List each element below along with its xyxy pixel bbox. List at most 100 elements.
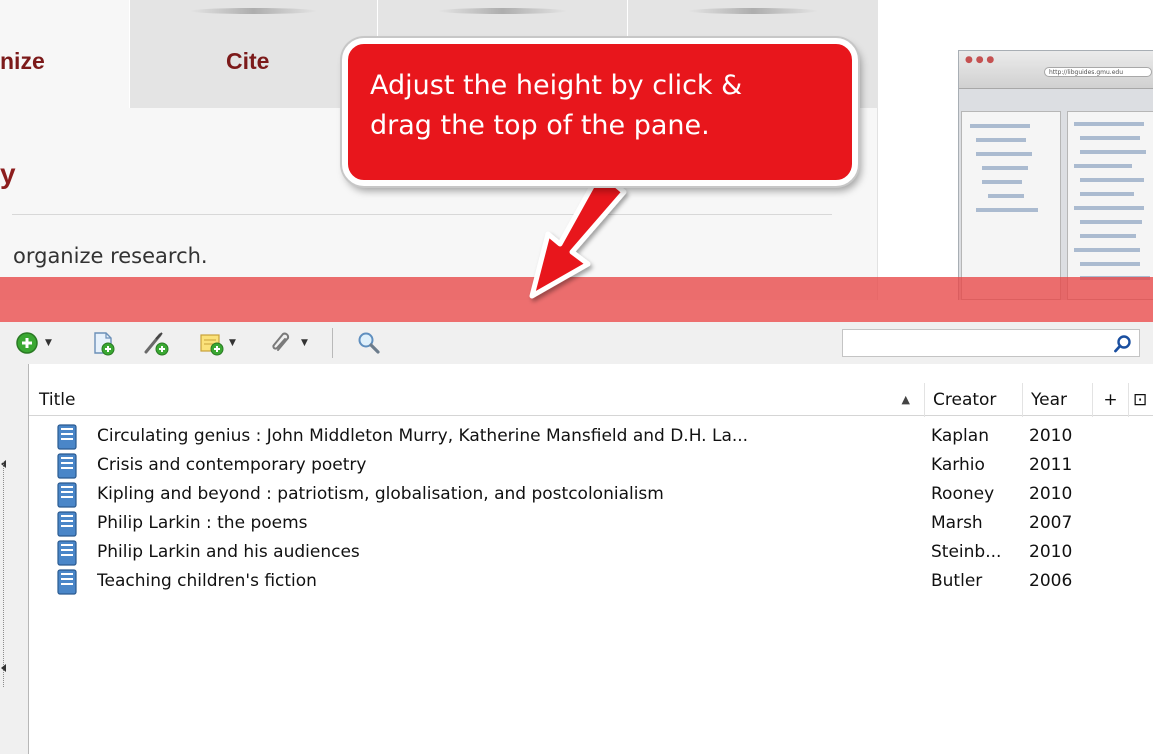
book-icon bbox=[57, 482, 77, 508]
column-header-label: Creator bbox=[933, 390, 997, 410]
thumbnail-line bbox=[976, 208, 1038, 212]
sort-ascending-icon: ▲ bbox=[901, 393, 910, 406]
book-icon bbox=[57, 453, 77, 479]
content-divider bbox=[12, 214, 832, 215]
table-row[interactable]: Teaching children's fiction Butler 2006 bbox=[29, 567, 1153, 596]
items-tree-header: Title ▲ Creator Year + ⊡ bbox=[29, 382, 1153, 417]
column-header-label: + bbox=[1103, 390, 1118, 410]
thumbnail-items-pane bbox=[1067, 111, 1153, 300]
paperclip-icon bbox=[272, 332, 290, 351]
item-title: Philip Larkin and his audiences bbox=[97, 542, 360, 562]
table-row[interactable]: Crisis and contemporary poetry Karhio 20… bbox=[29, 451, 1153, 480]
page-tagline: organize research. bbox=[13, 244, 208, 268]
thumbnail-line bbox=[1080, 220, 1142, 224]
item-creator: Marsh bbox=[931, 513, 983, 533]
thumbnail-collections-pane bbox=[961, 111, 1061, 300]
table-row[interactable]: Philip Larkin and his audiences Steinb..… bbox=[29, 538, 1153, 567]
web-tab-organize[interactable]: nize bbox=[0, 0, 130, 108]
column-picker-button[interactable]: ⊡ bbox=[1129, 383, 1153, 417]
new-item-icon bbox=[16, 332, 38, 354]
book-icon bbox=[57, 540, 77, 566]
tab-shine bbox=[688, 8, 818, 14]
dropdown-arrow-icon: ▼ bbox=[229, 338, 236, 348]
item-title: Philip Larkin : the poems bbox=[97, 513, 308, 533]
item-creator: Steinb... bbox=[931, 542, 1002, 562]
page-heading-fragment: y bbox=[0, 158, 16, 189]
item-title: Circulating genius : John Middleton Murr… bbox=[97, 426, 749, 446]
thumbnail-line bbox=[1074, 248, 1140, 252]
column-header-year[interactable]: Year bbox=[1023, 383, 1093, 417]
thumbnail-line bbox=[976, 138, 1026, 142]
new-item-button[interactable]: ▼ bbox=[14, 330, 52, 356]
item-title: Kipling and beyond : patriotism, globali… bbox=[97, 484, 664, 504]
zotero-pane: ▼ ▼ ▼ Title ▲ Creator Year + ⊡ Circulati… bbox=[0, 322, 1153, 754]
thumbnail-line bbox=[1080, 136, 1140, 140]
item-year: 2010 bbox=[1029, 484, 1073, 504]
thumbnail-line bbox=[1074, 164, 1132, 168]
book-icon bbox=[57, 569, 77, 595]
item-year: 2011 bbox=[1029, 455, 1073, 475]
callout-line-2: drag the top of the pane. bbox=[370, 110, 710, 141]
attachment-button[interactable]: ▼ bbox=[270, 330, 308, 356]
splitter-grip[interactable] bbox=[3, 462, 4, 687]
collections-pane-splitter[interactable] bbox=[0, 364, 8, 754]
search-field[interactable] bbox=[842, 329, 1140, 357]
collapse-arrow-icon[interactable] bbox=[1, 664, 6, 672]
add-note-button[interactable] bbox=[142, 330, 170, 356]
book-icon bbox=[57, 511, 77, 537]
item-year: 2006 bbox=[1029, 571, 1073, 591]
thumbnail-line bbox=[1080, 262, 1140, 266]
zotero-toolbar: ▼ ▼ ▼ bbox=[0, 322, 1153, 364]
column-header-add[interactable]: + bbox=[1093, 383, 1129, 417]
search-input[interactable] bbox=[843, 330, 1107, 356]
dropdown-arrow-icon: ▼ bbox=[45, 338, 52, 348]
thumbnail-window-buttons: ● ● ● bbox=[965, 55, 995, 65]
web-tab-cite[interactable]: Cite bbox=[130, 0, 378, 108]
column-header-title[interactable]: Title ▲ bbox=[29, 383, 925, 417]
item-year: 2010 bbox=[1029, 426, 1073, 446]
zotero-screenshot-thumbnail: ● ● ● http://libguides.gmu.edu bbox=[958, 50, 1153, 300]
pane-resize-handle-highlight[interactable] bbox=[0, 277, 1153, 322]
thumbnail-line bbox=[976, 152, 1032, 156]
dropdown-arrow-icon: ▼ bbox=[301, 338, 308, 348]
tab-shine bbox=[190, 8, 317, 14]
thumbnail-browser-bar: ● ● ● http://libguides.gmu.edu bbox=[959, 51, 1153, 89]
item-creator: Butler bbox=[931, 571, 983, 591]
column-header-creator[interactable]: Creator bbox=[925, 383, 1023, 417]
thumbnail-line bbox=[1080, 150, 1146, 154]
column-header-label: Title bbox=[39, 390, 76, 410]
instruction-callout: Adjust the height by click & drag the to… bbox=[342, 38, 858, 186]
item-year: 2007 bbox=[1029, 513, 1073, 533]
add-standalone-note-button[interactable]: ▼ bbox=[198, 330, 236, 356]
search-icon[interactable] bbox=[1113, 334, 1133, 354]
thumbnail-line bbox=[1074, 206, 1144, 210]
web-tab-label: Cite bbox=[226, 48, 270, 74]
thumbnail-line bbox=[982, 180, 1022, 184]
item-year: 2010 bbox=[1029, 542, 1073, 562]
thumbnail-line bbox=[1080, 234, 1136, 238]
web-tab-label: nize bbox=[0, 48, 45, 74]
thumbnail-url: http://libguides.gmu.edu bbox=[1044, 67, 1152, 77]
item-title: Teaching children's fiction bbox=[97, 571, 317, 591]
table-row[interactable]: Philip Larkin : the poems Marsh 2007 bbox=[29, 509, 1153, 538]
thumbnail-line bbox=[1080, 192, 1134, 196]
thumbnail-line bbox=[1080, 178, 1144, 182]
thumbnail-line bbox=[982, 166, 1028, 170]
magnifier-icon bbox=[358, 332, 380, 354]
items-tree: Title ▲ Creator Year + ⊡ Circulating gen… bbox=[28, 364, 1153, 754]
screenshot-root: nize Cite y organize research. ● ● ● htt… bbox=[0, 0, 1153, 754]
items-list: Circulating genius : John Middleton Murr… bbox=[29, 422, 1153, 596]
thumbnail-line bbox=[970, 124, 1030, 128]
table-row[interactable]: Circulating genius : John Middleton Murr… bbox=[29, 422, 1153, 451]
thumbnail-line bbox=[1074, 122, 1144, 126]
item-creator: Karhio bbox=[931, 455, 985, 475]
new-item-by-identifier-icon bbox=[94, 332, 115, 356]
tab-shine bbox=[438, 8, 567, 14]
book-icon bbox=[57, 424, 77, 450]
advanced-search-button[interactable] bbox=[356, 330, 382, 356]
new-item-by-identifier-button[interactable] bbox=[90, 330, 116, 356]
column-picker-icon: ⊡ bbox=[1133, 390, 1148, 410]
thumbnail-line bbox=[988, 194, 1024, 198]
table-row[interactable]: Kipling and beyond : patriotism, globali… bbox=[29, 480, 1153, 509]
add-note-icon bbox=[144, 332, 169, 356]
